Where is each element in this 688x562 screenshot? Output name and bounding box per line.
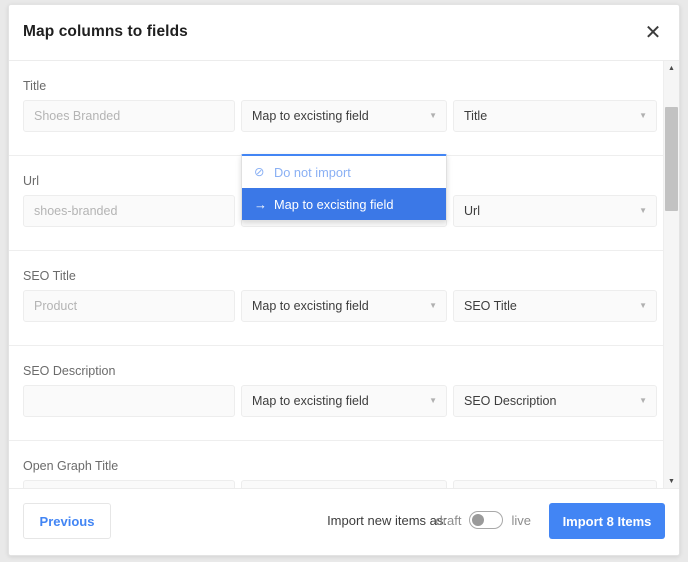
dropdown-item-label: Map to excisting field [274, 196, 394, 212]
action-select-dropdown: ⊘ Do not import → Map to excisting field [241, 154, 447, 221]
mapping-rows-list: Title Shoes Branded Map to excisting fie… [9, 61, 663, 489]
scroll-down-icon[interactable]: ▼ [664, 474, 679, 489]
scrollbar-thumb[interactable] [665, 107, 678, 211]
import-items-button[interactable]: Import 8 Items [549, 503, 665, 539]
table-row: Open Graph Title [9, 441, 663, 489]
source-column[interactable] [23, 385, 235, 417]
arrow-right-icon: → [254, 196, 267, 212]
chevron-down-icon: ▼ [639, 111, 647, 120]
chevron-down-icon: ▼ [429, 396, 437, 405]
no-entry-icon: ⊘ [254, 164, 265, 179]
table-row: Title Shoes Branded Map to excisting fie… [9, 61, 663, 156]
row-label: SEO Description [23, 364, 116, 378]
target-field-select[interactable]: SEO Title ▼ [453, 290, 657, 322]
action-select-value: Map to excisting field [252, 299, 369, 313]
target-field-value: Title [464, 109, 488, 123]
chevron-down-icon: ▼ [639, 206, 647, 215]
action-select-value: Map to excisting field [252, 109, 369, 123]
action-select-value: Map to excisting field [252, 394, 369, 408]
draft-live-toggle-group: draft live [435, 511, 531, 529]
page-title: Map columns to fields [23, 23, 188, 40]
dropdown-item-label: Do not import [274, 164, 351, 180]
chevron-down-icon: ▼ [639, 301, 647, 310]
modal-header: Map columns to fields ✕ [9, 5, 679, 61]
row-label: Open Graph Title [23, 459, 119, 473]
action-select[interactable]: Map to excisting field ▼ [241, 100, 447, 132]
chevron-down-icon: ▼ [639, 396, 647, 405]
target-field-value: SEO Title [464, 299, 517, 313]
vertical-scrollbar[interactable]: ▲ ▼ [663, 61, 679, 489]
source-column[interactable]: shoes-branded [23, 195, 235, 227]
chevron-down-icon: ▼ [429, 111, 437, 120]
toggle-label-live: live [511, 512, 531, 528]
import-as-label: Import new items as: [327, 513, 447, 528]
action-select[interactable]: Map to excisting field ▼ [241, 385, 447, 417]
row-label: SEO Title [23, 269, 76, 283]
dropdown-item-map-to-existing-field[interactable]: → Map to excisting field [242, 188, 446, 220]
row-label: Title [23, 79, 47, 93]
row-label: Url [23, 174, 39, 188]
map-columns-modal: Map columns to fields ✕ Title Shoes Bran… [8, 4, 680, 556]
source-column-value: Product [34, 299, 78, 313]
dropdown-item-do-not-import[interactable]: ⊘ Do not import [242, 156, 446, 188]
source-column-value: Shoes Branded [34, 109, 121, 123]
target-field-select[interactable]: SEO Description ▼ [453, 385, 657, 417]
scroll-up-icon[interactable]: ▲ [664, 61, 679, 76]
previous-button[interactable]: Previous [23, 503, 111, 539]
table-row: SEO Title Product Map to excisting field… [9, 251, 663, 346]
close-icon[interactable]: ✕ [639, 19, 667, 47]
draft-live-toggle[interactable] [469, 511, 504, 529]
source-column[interactable]: Product [23, 290, 235, 322]
target-field-select[interactable]: Url ▼ [453, 195, 657, 227]
target-field-select[interactable]: Title ▼ [453, 100, 657, 132]
action-select[interactable]: Map to excisting field ▼ [241, 290, 447, 322]
source-column-value: shoes-branded [34, 204, 118, 218]
target-field-value: SEO Description [464, 394, 557, 408]
modal-footer: Previous Import new items as: draft live… [9, 488, 679, 555]
toggle-label-draft: draft [435, 512, 462, 528]
target-field-value: Url [464, 204, 480, 218]
toggle-knob [472, 514, 485, 526]
modal-body: Title Shoes Branded Map to excisting fie… [9, 61, 679, 489]
table-row: SEO Description Map to excisting field ▼… [9, 346, 663, 441]
source-column[interactable]: Shoes Branded [23, 100, 235, 132]
chevron-down-icon: ▼ [429, 301, 437, 310]
